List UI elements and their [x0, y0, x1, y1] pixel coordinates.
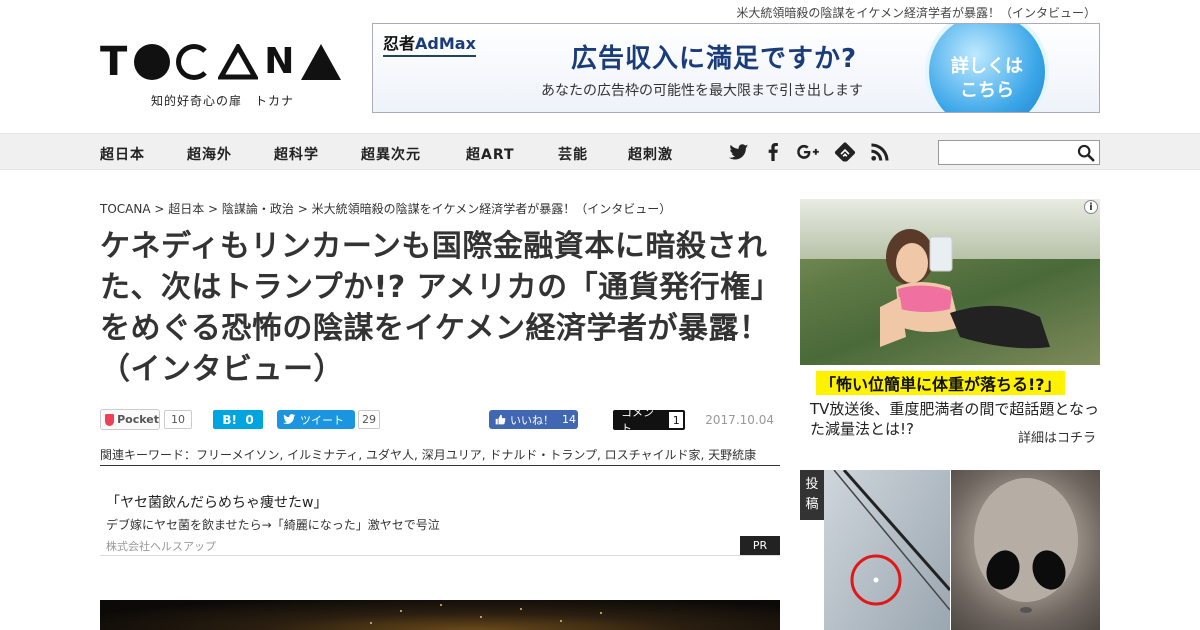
share-bar: Pocket 10 B! 0 ツイート 29 いいね！ 14 コメント 1 20… [100, 406, 780, 435]
search-icon[interactable] [1077, 144, 1095, 162]
pocket-icon [105, 413, 115, 426]
like-label: いいね！ [510, 413, 554, 427]
thumbs-up-icon [495, 414, 506, 425]
sidebar-ad[interactable]: i 「怖い位簡単に体重が落ちる!?」 TV放送後、重度肥満者の間で超話題となった… [800, 199, 1100, 449]
logo-subtitle: 知的好奇心の扉 トカナ [150, 94, 294, 108]
like-count: 14 [562, 413, 576, 426]
sidebar-ad-image [800, 199, 1100, 365]
logo-letter-c [176, 44, 213, 80]
logo-letter-a [218, 44, 259, 80]
ad-brand-prefix: 忍者 [383, 34, 416, 53]
ad-cta-line2: こちら [960, 80, 1014, 101]
hatena-count: 0 [245, 412, 254, 427]
ad-subtext: あなたの広告枠の可能性を最大限まで引き出します [541, 83, 863, 99]
facebook-like-button[interactable]: いいね！ 14 [489, 410, 578, 429]
post-tag: 投 稿 [800, 470, 824, 520]
ad-brand: 忍者AdMax [383, 30, 476, 57]
article-hero-image [100, 600, 780, 630]
pr-sponsor: 株式会社ヘルスアップ [106, 540, 216, 553]
fitness-photo [880, 229, 1050, 349]
logo-wordmark: T N [100, 42, 345, 82]
logo-letter-a2 [301, 44, 342, 80]
nav-item-dimension[interactable]: 超異次元 [361, 144, 421, 164]
tweet-count: 29 [358, 410, 380, 429]
alien-photo [951, 470, 1100, 630]
post-tag-line2: 稿 [805, 497, 819, 512]
nav-item-entertainment[interactable]: 芸能 [558, 144, 588, 164]
logo-letter-o [134, 44, 171, 80]
tweet-label: ツイート [300, 413, 344, 427]
pocket-count: 10 [164, 410, 192, 429]
sidebar-ad-headline: 「怖い位簡単に体重が落ちる!?」 [816, 371, 1065, 395]
article-title: ケネディもリンカーンも国際金融資本に暗殺された、次はトランプか!? アメリカの「… [100, 229, 770, 387]
twitter-icon[interactable] [728, 142, 750, 162]
hatena-bookmark-button[interactable]: B! 0 [213, 410, 263, 429]
search-input[interactable] [938, 140, 1100, 165]
pocket-label: Pocket [117, 413, 159, 426]
tweet-bird-icon [283, 414, 296, 425]
sidebar-ad-more-link[interactable]: 詳細はコチラ [1018, 427, 1096, 446]
google-plus-icon[interactable] [797, 142, 819, 162]
nav-item-science[interactable]: 超科学 [274, 144, 319, 164]
rss-icon[interactable] [869, 142, 891, 162]
logo-letter-t: T [100, 39, 129, 85]
sidebar-article-card[interactable]: 投 稿 [800, 470, 1100, 630]
page: 米大統領暗殺の陰謀をイケメン経済学者が暴露！（インタビュー） T N 知的好奇心… [0, 0, 1200, 630]
main-nav: 超日本 超海外 超科学 超異次元 超ART 芸能 超刺激 [0, 133, 1200, 170]
pr-description: デブ嫁にヤセ菌を飲ませたら→「綺麗になった」激ヤセで号泣 [106, 518, 440, 532]
facebook-icon[interactable] [762, 142, 784, 162]
ufo-photo [824, 470, 950, 630]
pr-badge: PR [740, 536, 780, 555]
pr-ad[interactable]: 「ヤセ菌飲んだらめちゃ痩せたw」 デブ嫁にヤセ菌を飲ませたら→「綺麗になった」激… [100, 480, 780, 556]
ad-cta-line1: 詳しくは [951, 56, 1023, 77]
feedly-icon[interactable] [834, 142, 856, 162]
ad-brand-suffix: AdMax [415, 34, 476, 53]
nav-item-overseas[interactable]: 超海外 [187, 144, 232, 164]
comment-count: 1 [669, 412, 683, 428]
comment-button[interactable]: コメント 1 [613, 406, 685, 435]
top-ad-banner[interactable]: 忍者AdMax 広告収入に満足ですか? あなたの広告枠の可能性を最大限まで引き出… [372, 23, 1100, 113]
breadcrumb[interactable]: TOCANA > 超日本 > 陰謀論・政治 > 米大統領暗殺の陰謀をイケメン経済… [100, 200, 671, 217]
pocket-button[interactable]: Pocket [100, 409, 160, 430]
tweet-button[interactable]: ツイート [277, 410, 355, 429]
comment-label: コメント [621, 406, 654, 435]
pr-headline: 「ヤセ菌飲んだらめちゃ痩せたw」 [106, 495, 328, 511]
logo-letter-n: N [264, 41, 296, 82]
ad-headline: 広告収入に満足ですか? [571, 44, 858, 74]
site-logo[interactable]: T N 知的好奇心の扉 トカナ [100, 42, 345, 110]
ad-cta-button[interactable]: 詳しくは こちら [925, 24, 1049, 112]
nav-item-art[interactable]: 超ART [466, 144, 515, 164]
ad-info-icon[interactable]: i [1084, 200, 1098, 214]
nav-item-japan[interactable]: 超日本 [100, 144, 145, 164]
related-keywords[interactable]: 関連キーワード：フリーメイソン, イルミナティ, ユダヤ人, 深月ユリア, ドナ… [100, 446, 780, 466]
header-tagline[interactable]: 米大統領暗殺の陰謀をイケメン経済学者が暴露！（インタビュー） [736, 4, 1096, 21]
nav-item-stimulus[interactable]: 超刺激 [628, 144, 673, 164]
post-tag-line1: 投 [805, 477, 819, 492]
publish-date: 2017.10.04 [705, 413, 774, 427]
hatena-label: B! [222, 412, 237, 427]
